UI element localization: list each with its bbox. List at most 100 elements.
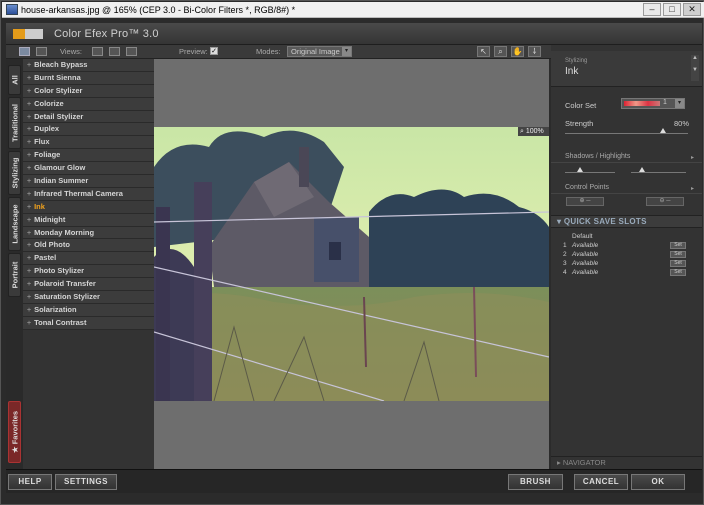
maximize-button[interactable]: □	[663, 3, 681, 16]
filter-item[interactable]: + Photo Stylizer	[23, 265, 154, 279]
default-slot-label: Default	[572, 233, 593, 240]
slot-3-set-button[interactable]: Set	[670, 260, 686, 267]
plus-icon: +	[27, 62, 32, 69]
color-set-label: Color Set	[565, 101, 597, 110]
filter-item[interactable]: + Burnt Sienna	[23, 71, 154, 85]
tab-traditional[interactable]: Traditional	[8, 97, 21, 149]
filter-item[interactable]: + Midnight	[23, 213, 154, 227]
tab-landscape[interactable]: Landscape	[8, 197, 21, 251]
hand-tool-icon[interactable]: ✋	[511, 46, 524, 57]
filter-item[interactable]: + Glamour Glow	[23, 162, 154, 176]
filter-item[interactable]: + Old Photo	[23, 239, 154, 253]
preview-checkbox[interactable]: ✓	[210, 47, 218, 55]
filter-item[interactable]: + Foliage	[23, 149, 154, 163]
highlights-slider-thumb[interactable]	[639, 167, 645, 172]
plus-icon: +	[27, 126, 32, 134]
zoom-level-badge[interactable]: ⌕ 100%	[518, 127, 549, 136]
app-header: Color Efex Pro™ 3.0	[6, 23, 702, 45]
view-split-icon[interactable]	[109, 47, 120, 56]
navigator-section[interactable]: ▸ NAVIGATOR	[551, 456, 702, 468]
brush-button[interactable]: BRUSH	[508, 474, 563, 490]
views-label: Views:	[60, 47, 82, 56]
plus-icon: +	[27, 178, 32, 186]
mode-value: Original Image	[291, 47, 340, 56]
ok-button[interactable]: OK	[631, 474, 685, 490]
split-view-icon[interactable]	[36, 47, 47, 56]
filter-item[interactable]: + Infrared Thermal Camera	[23, 187, 154, 201]
remove-control-point-button[interactable]: ⊖ ─	[646, 197, 684, 206]
preview-label: Preview:	[179, 47, 208, 56]
plus-icon: +	[27, 306, 32, 314]
minimize-button[interactable]: ‒	[643, 3, 661, 16]
highlights-slider[interactable]	[631, 172, 686, 173]
strength-value: 80%	[674, 119, 690, 128]
slot-1-set-button[interactable]: Set	[670, 242, 686, 249]
bottom-bar: HELP SETTINGS BRUSH CANCEL OK	[6, 469, 702, 493]
strength-slider-thumb[interactable]	[660, 128, 667, 133]
logo-mark	[25, 29, 43, 39]
plus-icon: +	[27, 229, 32, 237]
filter-item[interactable]: + Flux	[23, 136, 154, 150]
quick-save-slot-2: 2 Available	[563, 251, 599, 258]
slot-4-set-button[interactable]: Set	[670, 269, 686, 276]
plus-icon: +	[27, 281, 32, 289]
arrow-tool-icon[interactable]: ↖	[477, 46, 490, 57]
filter-item[interactable]: + Color Stylizer	[23, 84, 154, 98]
filter-item-selected[interactable]: + Ink	[23, 200, 154, 214]
plus-icon: +	[27, 74, 32, 82]
quick-save-slot-3: 3 Available	[563, 260, 599, 267]
filter-item[interactable]: + Indian Summer	[23, 175, 154, 188]
close-button[interactable]: ✕	[683, 3, 701, 16]
tab-portrait[interactable]: Portrait	[8, 253, 21, 297]
eyedropper-tool-icon[interactable]: ⸸	[528, 46, 541, 57]
filter-item[interactable]: + Monday Morning	[23, 226, 154, 240]
color-set-swatch	[624, 101, 660, 106]
strength-slider[interactable]	[565, 133, 688, 134]
chevron-down-icon: ▾	[342, 47, 351, 56]
settings-button[interactable]: SETTINGS	[55, 474, 117, 490]
plus-icon: +	[27, 139, 32, 147]
panel-scroll-arrows[interactable]: ▲ ▼	[691, 55, 699, 81]
quick-save-slot-1: 1 Available	[563, 242, 599, 249]
filter-header: Stylizing Ink ▲ ▼	[551, 51, 702, 87]
chevron-down-icon: ▾	[675, 99, 684, 108]
view-side-by-side-icon[interactable]	[126, 47, 137, 56]
add-control-point-button[interactable]: ⊕ ─	[566, 197, 604, 206]
filter-item[interactable]: + Solarization	[23, 303, 154, 317]
cancel-button[interactable]: CANCEL	[574, 474, 628, 490]
filter-item[interactable]: + Polaroid Transfer	[23, 278, 154, 292]
slot-2-set-button[interactable]: Set	[670, 251, 686, 258]
shadows-highlights-section[interactable]: Shadows / Highlights ▸	[551, 153, 702, 163]
view-single-icon[interactable]	[92, 47, 103, 56]
preview-image[interactable]	[154, 127, 549, 401]
plus-icon: +	[27, 113, 32, 121]
plus-icon: +	[27, 152, 32, 160]
plus-icon: +	[27, 268, 32, 276]
filter-item[interactable]: + Saturation Stylizer	[23, 291, 154, 304]
app-window: house-arkansas.jpg @ 165% (CEP 3.0 - Bi-…	[0, 0, 704, 505]
filter-item[interactable]: + Bleach Bypass	[23, 59, 154, 72]
filter-item[interactable]: + Duplex	[23, 123, 154, 137]
strength-label: Strength	[565, 119, 594, 128]
tab-stylizing[interactable]: Stylizing	[8, 151, 21, 195]
shadows-slider[interactable]	[565, 172, 615, 173]
nik-logo-icon	[13, 29, 25, 39]
filter-item[interactable]: + Detail Stylizer	[23, 110, 154, 124]
tab-favorites[interactable]: ★ Favorites	[8, 401, 21, 463]
help-button[interactable]: HELP	[8, 474, 52, 490]
shadows-slider-thumb[interactable]	[577, 167, 583, 172]
filter-name: Ink	[565, 66, 579, 77]
color-set-select[interactable]: 1 ▾	[621, 98, 685, 109]
quick-save-slots-header[interactable]: ▾ QUICK SAVE SLOTS	[551, 215, 702, 228]
single-view-icon[interactable]	[19, 47, 30, 56]
window-titlebar: house-arkansas.jpg @ 165% (CEP 3.0 - Bi-…	[2, 2, 704, 18]
filter-item[interactable]: + Pastel	[23, 252, 154, 266]
control-points-section[interactable]: Control Points ▸	[551, 184, 702, 194]
plus-icon: +	[27, 216, 32, 224]
zoom-tool-icon[interactable]: ⌕	[494, 46, 507, 57]
tab-all[interactable]: All	[8, 65, 21, 95]
plus-icon: +	[27, 165, 32, 173]
filter-item[interactable]: + Colorize	[23, 97, 154, 111]
filter-item[interactable]: + Tonal Contrast	[23, 316, 154, 330]
modes-select[interactable]: Original Image ▾	[287, 46, 352, 57]
